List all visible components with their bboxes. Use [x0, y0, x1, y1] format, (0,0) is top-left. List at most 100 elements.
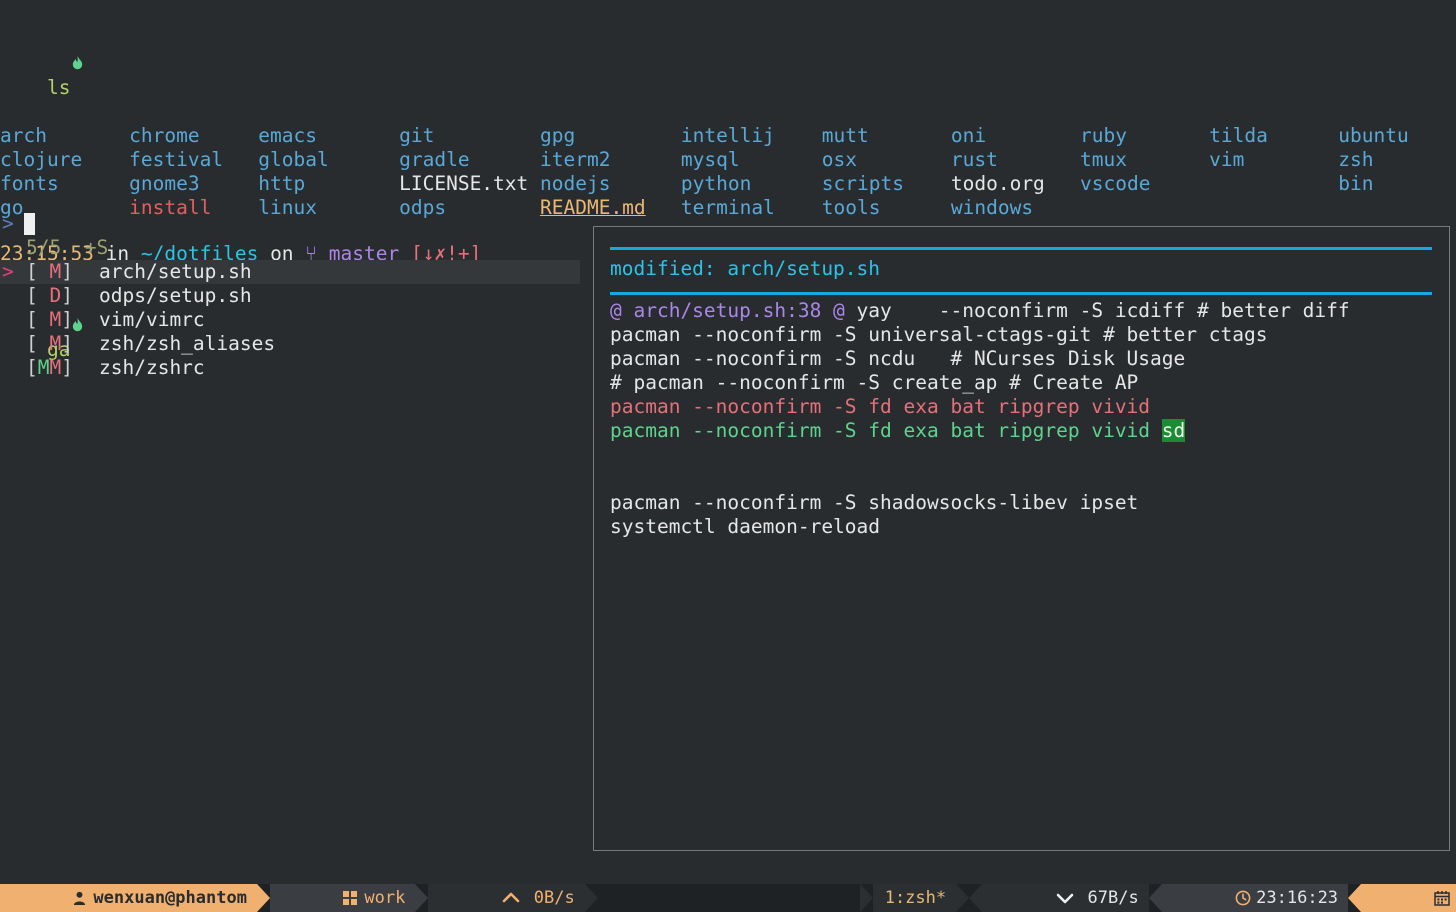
diff-line-removed: pacman --noconfirm -S fd exa bat ripgrep…: [610, 395, 1449, 419]
status-session-segment[interactable]: work: [270, 884, 415, 912]
git-status-marker: [ M]: [26, 260, 73, 284]
ls-entry: ubuntu: [1338, 124, 1455, 148]
status-sep-6: [969, 884, 982, 912]
fzf-pointer: [0, 308, 26, 332]
ls-entry: vim: [1209, 148, 1326, 172]
ls-entry: tmux: [1080, 148, 1209, 172]
fzf-finder: > 5/5 +S >[ M]arch/setup.sh [ D]odps/set…: [0, 212, 580, 380]
ls-entry: gradle: [399, 148, 516, 172]
ls-entry: gnome3: [129, 172, 235, 196]
status-date-segment: 2019-05-23: [1361, 884, 1456, 912]
fzf-query-row[interactable]: >: [0, 212, 580, 236]
preview-title: modified: arch/setup.sh: [610, 254, 1449, 286]
status-sep-3: [585, 884, 598, 912]
ls-entry: iterm2: [540, 148, 681, 172]
ls-entry: mutt: [822, 124, 928, 148]
fzf-result-path: vim/vimrc: [73, 308, 205, 332]
ls-entry: ruby: [1080, 124, 1186, 148]
ls-entry: oni: [951, 124, 1080, 148]
ls-entry: zsh: [1338, 148, 1444, 172]
ls-entry: LICENSE.txt: [399, 172, 540, 196]
ls-entry: scripts: [822, 172, 928, 196]
status-upload-segment: 0B/s: [428, 884, 584, 912]
diff-line-added: pacman --noconfirm -S fd exa bat ripgrep…: [610, 419, 1449, 443]
ls-entry: arch: [0, 124, 117, 148]
text-cursor: [24, 213, 35, 235]
status-download-rate: 67B/s: [1088, 884, 1139, 912]
fzf-result-row[interactable]: >[ M]arch/setup.sh: [0, 260, 580, 284]
fzf-result-row[interactable]: [ M]vim/vimrc: [0, 308, 580, 332]
diff-line-context: pacman --noconfirm -S shadowsocks-libev …: [610, 491, 1449, 515]
git-status-marker: [ D]: [26, 284, 73, 308]
diff-hunk-header: @ arch/setup.sh:38 @ yay --noconfirm -S …: [610, 299, 1449, 323]
ls-entry: git: [399, 124, 505, 148]
ls-entry: terminal: [681, 196, 787, 220]
diff-word-highlight: sd: [1162, 419, 1185, 442]
ls-entry: chrome: [129, 124, 258, 148]
status-sep-7: [1149, 884, 1162, 912]
status-sep-5: [956, 884, 969, 912]
status-time: 23:16:23: [1256, 884, 1338, 912]
fzf-result-path: zsh/zsh_aliases: [73, 332, 275, 356]
ls-entry: nodejs: [540, 172, 646, 196]
status-window-label: 1:zsh*: [885, 884, 946, 912]
fzf-result-list[interactable]: >[ M]arch/setup.sh [ D]odps/setup.sh [ M…: [0, 260, 580, 380]
status-sep-2: [415, 884, 428, 912]
hunk-range: @ arch/setup.sh:38 @: [610, 299, 845, 322]
git-status-marker: [MM]: [26, 356, 73, 380]
upload-arrow-icon: [440, 884, 533, 912]
status-window-segment[interactable]: 1:zsh*: [873, 884, 956, 912]
status-upload-rate: 0B/s: [534, 884, 575, 912]
tmux-status-bar: wenxuan@phantom work 0B/s 1:zsh*: [0, 884, 1456, 912]
fzf-match-counter: 5/5 +S: [0, 236, 580, 260]
ls-entry: bin: [1338, 172, 1455, 196]
status-user-segment[interactable]: wenxuan@phantom: [0, 884, 257, 912]
fzf-pointer: >: [0, 260, 26, 284]
ls-entry: python: [681, 172, 810, 196]
ls-entry: mysql: [681, 148, 787, 172]
status-left-filler: [598, 884, 860, 912]
ls-entry-empty: [1209, 172, 1315, 196]
fzf-result-row[interactable]: [MM]zsh/zshrc: [0, 356, 580, 380]
fzf-result-path: zsh/zshrc: [73, 356, 205, 380]
status-clock-segment: 23:16:23: [1162, 884, 1348, 912]
ls-entry: todo.org: [951, 172, 1080, 196]
hunk-context: yay --noconfirm -S icdiff # better diff: [845, 299, 1350, 322]
shell-command-line: ls: [0, 0, 1456, 124]
fzf-result-row[interactable]: [ D]odps/setup.sh: [0, 284, 580, 308]
status-user-label: wenxuan@phantom: [93, 884, 247, 912]
git-status-marker: [ M]: [26, 308, 73, 332]
ls-entry: clojure: [0, 148, 129, 172]
diff-line-context: pacman --noconfirm -S ncdu # NCurses Dis…: [610, 347, 1449, 371]
ls-output: archchromeemacsgitgpgintellijmuttoniruby…: [0, 124, 1456, 220]
preview-rule-top: [610, 247, 1432, 250]
windows-grid-icon: [282, 884, 364, 912]
diff-lines: pacman --noconfirm -S universal-ctags-gi…: [610, 323, 1449, 539]
ls-entry: intellij: [681, 124, 822, 148]
diff-preview-pane[interactable]: modified: arch/setup.sh @ arch/setup.sh:…: [593, 226, 1450, 851]
fzf-prompt-symbol: >: [0, 212, 24, 236]
fzf-pointer: [0, 284, 26, 308]
diff-line-context: pacman --noconfirm -S universal-ctags-gi…: [610, 323, 1449, 347]
diff-line-context: systemctl daemon-reload: [610, 515, 1449, 539]
ls-entry: tools: [822, 196, 951, 220]
user-icon: [12, 884, 93, 912]
status-session-label: work: [364, 884, 405, 912]
fzf-result-row[interactable]: [ M]zsh/zsh_aliases: [0, 332, 580, 356]
ls-entry: fonts: [0, 172, 129, 196]
diff-blank-line: [610, 443, 1449, 467]
fzf-result-path: odps/setup.sh: [73, 284, 252, 308]
fzf-pointer: [0, 356, 26, 380]
git-status-marker: [ M]: [26, 332, 73, 356]
ls-entry: festival: [129, 148, 258, 172]
prompt-flame-icon: [0, 52, 87, 99]
ls-entry: emacs: [258, 124, 387, 148]
ls-entry: windows: [951, 196, 1068, 220]
ls-entry: osx: [822, 148, 951, 172]
ls-entry: http: [258, 172, 375, 196]
diff-line-context: # pacman --noconfirm -S create_ap # Crea…: [610, 371, 1449, 395]
ls-entry: vscode: [1080, 172, 1197, 196]
ls-entry: global: [258, 148, 364, 172]
status-sep-1: [257, 884, 270, 912]
download-arrow-icon: [994, 884, 1087, 912]
